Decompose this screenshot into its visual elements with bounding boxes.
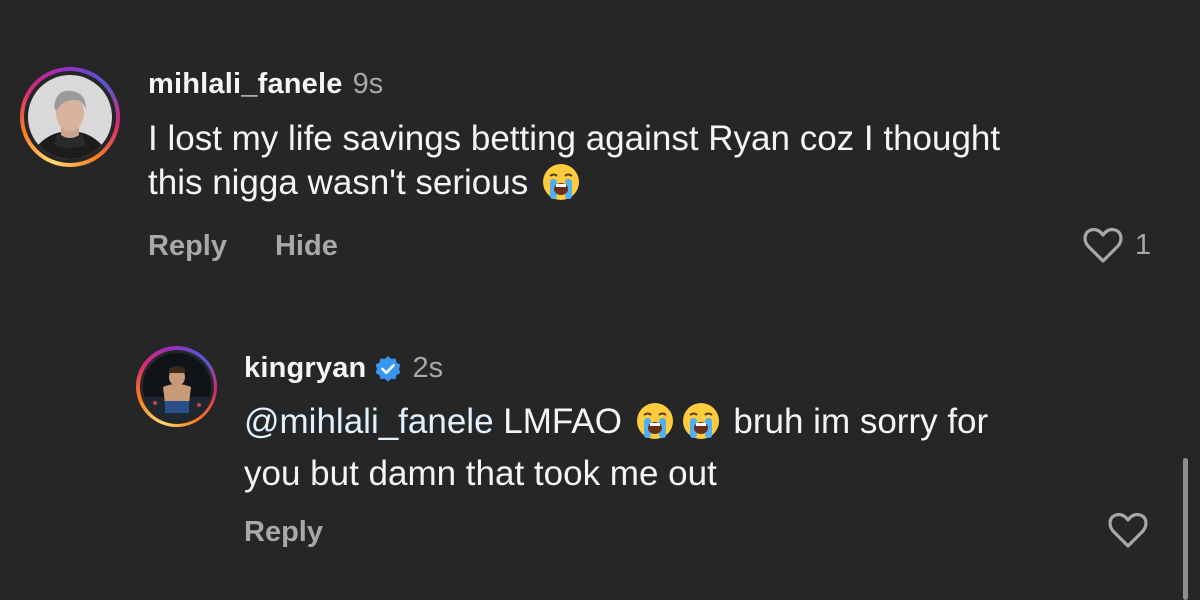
- reply-button[interactable]: Reply: [148, 230, 227, 263]
- comment-text-line-1: I lost my life savings betting against R…: [148, 119, 1001, 158]
- heart-icon: [1083, 227, 1123, 263]
- like-button[interactable]: 1: [1083, 226, 1151, 264]
- like-button[interactable]: [1108, 511, 1148, 549]
- timestamp: 9s: [352, 68, 384, 100]
- reply-text-part-b: bruh im sorry for: [733, 402, 989, 441]
- like-count: 1: [1135, 228, 1152, 261]
- mention-link[interactable]: @mihlali_fanele: [244, 402, 494, 441]
- scrollbar[interactable]: [1183, 458, 1188, 600]
- loudly-crying-face-icon: [541, 162, 581, 213]
- reply-text-part-a: LMFAO: [503, 402, 622, 441]
- avatar-story-ring[interactable]: [20, 67, 120, 167]
- reply-button[interactable]: Reply: [244, 516, 323, 549]
- comment-text-line-2: this nigga wasn't serious: [148, 163, 529, 202]
- reply-text: @mihlali_fanele LMFAO bruh im sorry for …: [244, 400, 988, 496]
- username[interactable]: mihlali_fanele: [148, 68, 343, 101]
- avatar: [142, 352, 211, 421]
- heart-icon: [1108, 512, 1148, 548]
- reply-text-line-2: you but damn that took me out: [244, 454, 717, 493]
- avatar-story-ring[interactable]: [136, 346, 217, 427]
- hide-button[interactable]: Hide: [275, 230, 338, 263]
- loudly-crying-face-icon: [635, 401, 675, 452]
- avatar: [28, 75, 112, 159]
- timestamp: 2s: [412, 352, 444, 384]
- username[interactable]: kingryan: [244, 352, 366, 385]
- comment-text: I lost my life savings betting against R…: [148, 117, 1000, 213]
- verified-badge-icon: [374, 355, 402, 383]
- loudly-crying-face-icon: [681, 401, 721, 452]
